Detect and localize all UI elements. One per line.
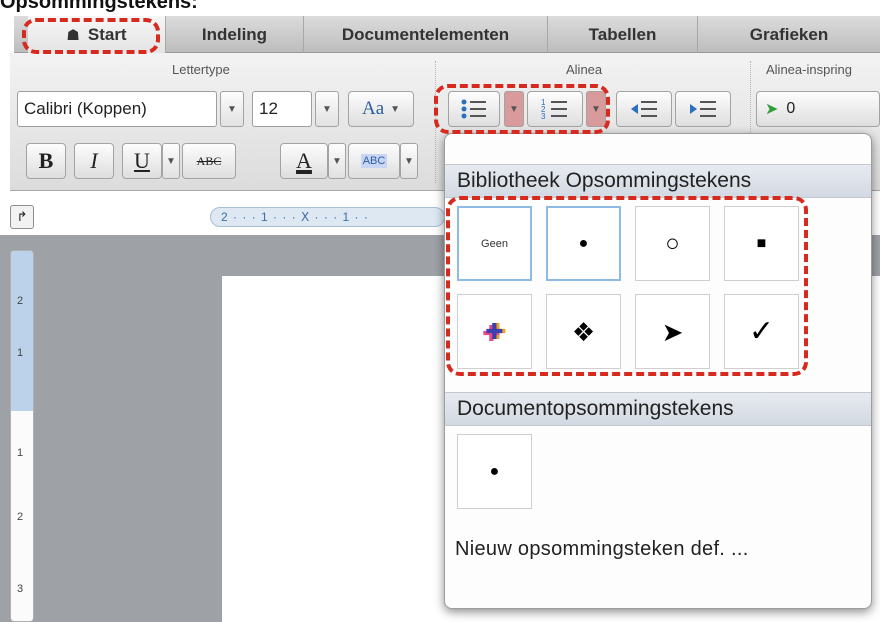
tab-grafieken[interactable]: Grafieken xyxy=(698,16,880,53)
horizontal-ruler[interactable]: 2 · · · 1 · · · Ⅹ · · · 1 · · xyxy=(210,207,445,227)
tab-stop-selector[interactable]: ↱ xyxy=(10,205,34,229)
font-size-field[interactable]: 12 xyxy=(252,91,312,127)
tab-tabellen-label: Tabellen xyxy=(588,24,657,44)
font-color-button[interactable]: A xyxy=(280,143,328,179)
ruler-tick: 1 xyxy=(17,447,24,459)
increase-indent-button[interactable] xyxy=(675,91,731,127)
font-name-field[interactable]: Calibri (Koppen) xyxy=(17,91,217,127)
change-case-label: Aa xyxy=(361,98,385,119)
ruler-tick: 2 xyxy=(17,511,24,523)
tab-indeling[interactable]: Indeling xyxy=(166,16,304,53)
chevron-down-icon: ▼ xyxy=(404,155,414,167)
ruler-text: 2 · · · 1 · · · Ⅹ · · · 1 · · xyxy=(221,210,369,224)
highlight-label: ABC xyxy=(360,154,388,168)
highlight-button[interactable]: ABC xyxy=(348,143,400,179)
paragraph-group-title: Alinea xyxy=(566,62,603,77)
define-new-bullet-link[interactable]: Nieuw opsommingsteken def. ... xyxy=(455,538,749,561)
decrease-indent-icon xyxy=(631,101,657,117)
tab-documentelementen[interactable]: Documentelementen xyxy=(304,16,548,53)
document-section-header: Documentopsommingstekens xyxy=(445,392,871,426)
tab-grafieken-label: Grafieken xyxy=(749,24,829,44)
indent-field[interactable]: ➤ 0 xyxy=(756,91,880,127)
page-heading: Opsommingstekens: xyxy=(0,0,198,13)
indent-value: 0 xyxy=(786,100,796,117)
library-section-header: Bibliotheek Opsommingstekens xyxy=(445,164,871,198)
chevron-down-icon: ▼ xyxy=(227,103,237,115)
ruler-tick: 3 xyxy=(17,583,24,595)
underline-button[interactable]: U xyxy=(122,143,162,179)
ruler-tick: 2 xyxy=(17,295,24,307)
decrease-indent-button[interactable] xyxy=(616,91,672,127)
tab-stop-icon: ↱ xyxy=(16,209,28,224)
font-name-dropdown[interactable]: ▼ xyxy=(220,91,244,127)
chevron-down-icon: ▼ xyxy=(322,103,332,115)
highlight-bullet-library xyxy=(446,196,808,376)
ruler-tick: 1 xyxy=(17,347,24,359)
tab-indeling-label: Indeling xyxy=(201,24,268,44)
indent-group-title: Alinea-inspring xyxy=(766,62,852,77)
chevron-down-icon: ▼ xyxy=(332,155,342,167)
highlight-dropdown[interactable]: ▼ xyxy=(400,143,418,179)
strikethrough-button[interactable]: ABC xyxy=(182,143,236,179)
tab-documentelementen-label: Documentelementen xyxy=(341,24,510,44)
tab-tabellen[interactable]: Tabellen xyxy=(548,16,698,53)
vertical-ruler[interactable]: 2 1 1 2 3 xyxy=(10,250,34,622)
chevron-down-icon: ▼ xyxy=(166,155,176,167)
ruler-margin-region xyxy=(11,251,33,411)
underline-dropdown[interactable]: ▼ xyxy=(162,143,180,179)
font-group-title: Lettertype xyxy=(172,62,230,77)
indent-arrow-icon: ➤ xyxy=(765,101,779,118)
filled-circle-bullet-icon: ● xyxy=(489,462,500,480)
font-size-dropdown[interactable]: ▼ xyxy=(315,91,339,127)
italic-button[interactable]: I xyxy=(74,143,114,179)
highlight-list-buttons xyxy=(434,84,610,134)
document-bullet-option[interactable]: ● xyxy=(457,434,532,509)
chevron-down-icon: ▼ xyxy=(390,103,401,115)
highlight-start-tab xyxy=(22,18,160,54)
font-color-dropdown[interactable]: ▼ xyxy=(328,143,346,179)
increase-indent-icon xyxy=(690,101,716,117)
bold-button[interactable]: B xyxy=(26,143,66,179)
change-case-button[interactable]: Aa ▼ xyxy=(348,91,414,127)
